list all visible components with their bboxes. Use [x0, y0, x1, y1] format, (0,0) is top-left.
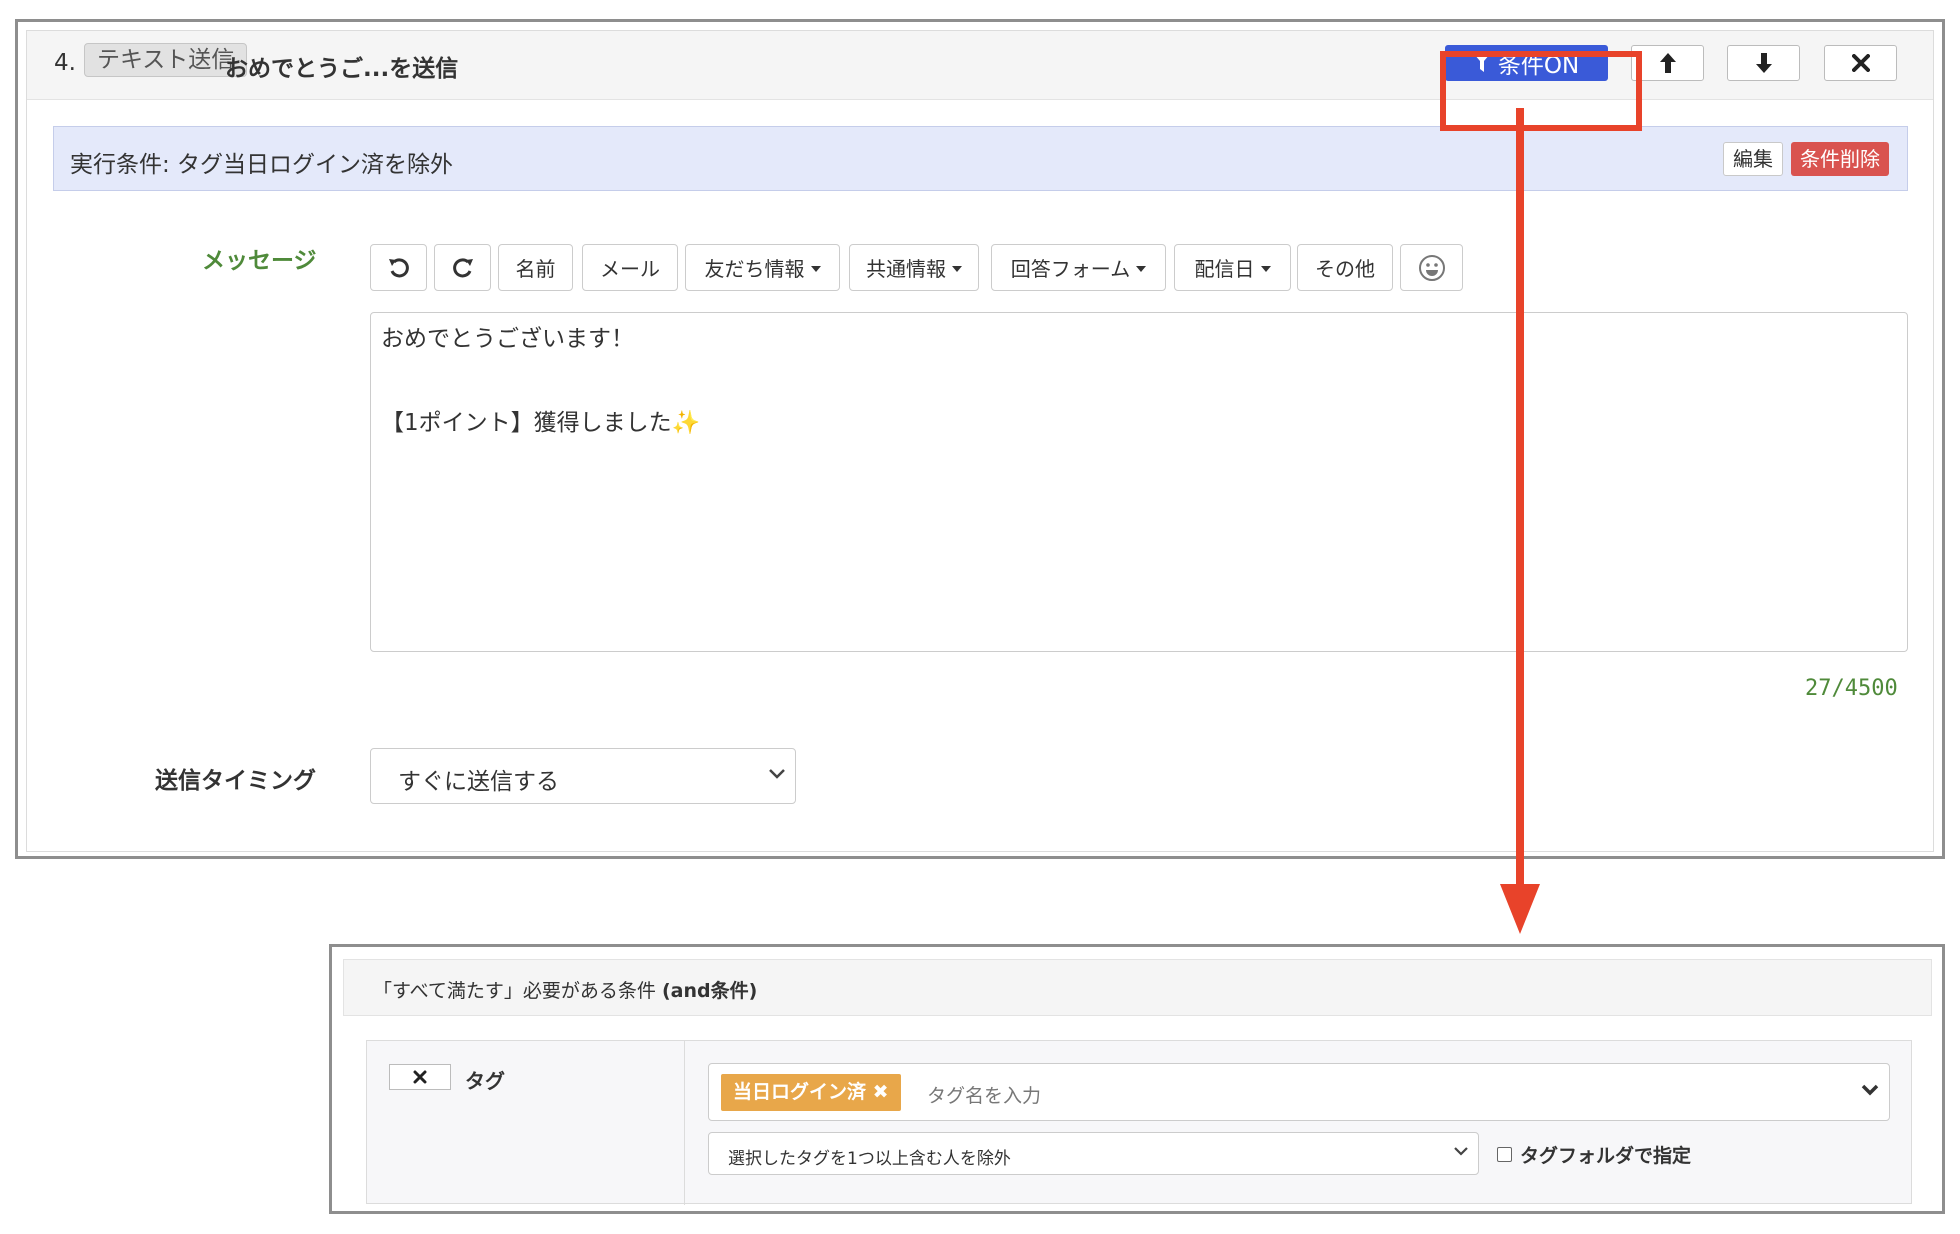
- caret-down-icon: [810, 265, 821, 272]
- tag-chip[interactable]: 当日ログイン済 ✖: [721, 1074, 901, 1111]
- common-info-label: 共通情報: [866, 257, 946, 281]
- other-label: その他: [1315, 257, 1375, 281]
- condition-text: 実行条件: タグ当日ログイン済を除外: [70, 152, 454, 178]
- delete-step-button[interactable]: [1824, 45, 1897, 81]
- condition-type-label: タグ: [465, 1069, 505, 1093]
- condition-row: タグ 当日ログイン済 ✖ タグ名を入力 選択したタグを1つ以上含む人を除外 タグ…: [366, 1040, 1912, 1205]
- step-type-badge: テキスト送信: [84, 43, 248, 77]
- answer-form-label: 回答フォーム: [1010, 257, 1131, 281]
- caret-down-icon: [1136, 265, 1147, 272]
- send-timing-label: 送信タイミング: [155, 768, 316, 794]
- insert-mail-button[interactable]: メール: [582, 244, 678, 291]
- tag-input-placeholder: タグ名を入力: [927, 1085, 1042, 1107]
- step-card: 4. テキスト送信 おめでとうご...を送信 条件ON 実行条件: タグ当日ログ…: [26, 30, 1934, 852]
- edit-condition-button[interactable]: 編集: [1723, 142, 1783, 176]
- message-line: 【1ポイント】獲得しました✨: [381, 410, 701, 436]
- send-timing-value: すぐに送信する: [398, 769, 559, 795]
- delivery-date-label: 配信日: [1194, 257, 1255, 281]
- conditions-panel: 「すべて満たす」必要がある条件 (and条件) タグ 当日ログイン済 ✖ タグ名…: [329, 944, 1945, 1214]
- step-title: おめでとうご...を送信: [225, 56, 459, 82]
- step-panel: 4. テキスト送信 おめでとうご...を送信 条件ON 実行条件: タグ当日ログ…: [15, 19, 1945, 859]
- message-label: メッセージ: [202, 248, 317, 274]
- tag-match-mode-value: 選択したタグを1つ以上含む人を除外: [728, 1149, 1011, 1169]
- send-timing-select[interactable]: すぐに送信する: [370, 748, 796, 804]
- undo-button[interactable]: [370, 244, 427, 291]
- close-icon: [413, 1070, 427, 1084]
- step-header: 4. テキスト送信 おめでとうご...を送信 条件ON: [27, 31, 1933, 100]
- redo-icon: [452, 257, 473, 277]
- chevron-down-icon: [1454, 1147, 1468, 1156]
- character-counter: 27/4500: [1805, 676, 1898, 701]
- move-down-button[interactable]: [1727, 45, 1800, 81]
- common-info-dropdown[interactable]: 共通情報: [849, 244, 979, 291]
- emoji-button[interactable]: [1400, 244, 1463, 291]
- remove-condition-button[interactable]: [389, 1064, 451, 1090]
- highlight-box: [1440, 51, 1642, 131]
- emoji-icon: [1418, 254, 1445, 281]
- row-divider: [684, 1041, 685, 1205]
- close-icon: [1851, 54, 1870, 72]
- insert-name-label: 名前: [515, 257, 556, 281]
- chevron-down-icon[interactable]: [1860, 1082, 1880, 1098]
- arrow-down-icon: [1755, 53, 1772, 73]
- undo-icon: [388, 257, 409, 277]
- other-button[interactable]: その他: [1297, 244, 1393, 291]
- message-line: おめでとうございます！: [381, 326, 634, 352]
- answer-form-dropdown[interactable]: 回答フォーム: [991, 244, 1166, 291]
- delete-condition-button[interactable]: 条件削除: [1791, 142, 1889, 176]
- tag-match-mode-select[interactable]: 選択したタグを1つ以上含む人を除外: [708, 1132, 1479, 1175]
- condition-bar: 実行条件: タグ当日ログイン済を除外 編集 条件削除: [53, 126, 1908, 191]
- chevron-down-icon: [769, 769, 785, 779]
- insert-mail-label: メール: [600, 257, 660, 281]
- friend-info-label: 友だち情報: [704, 257, 805, 281]
- message-textarea[interactable]: おめでとうございます！ 【1ポイント】獲得しました✨: [370, 312, 1908, 652]
- delivery-date-dropdown[interactable]: 配信日: [1174, 244, 1291, 291]
- and-condition-title: 「すべて満たす」必要がある条件 (and条件): [373, 980, 758, 1002]
- conditions-header: 「すべて満たす」必要がある条件 (and条件): [343, 959, 1932, 1016]
- caret-down-icon: [952, 265, 962, 272]
- insert-name-button[interactable]: 名前: [498, 244, 573, 291]
- connector-arrow: [1500, 108, 1540, 934]
- tag-folder-checkbox[interactable]: [1497, 1147, 1512, 1162]
- tag-input[interactable]: 当日ログイン済 ✖ タグ名を入力: [708, 1063, 1890, 1121]
- friend-info-dropdown[interactable]: 友だち情報: [685, 244, 840, 291]
- tag-folder-label: タグフォルダで指定: [1520, 1145, 1692, 1167]
- step-number: 4.: [54, 50, 76, 76]
- caret-down-icon: [1260, 265, 1271, 272]
- arrow-up-icon: [1659, 53, 1676, 73]
- redo-button[interactable]: [434, 244, 491, 291]
